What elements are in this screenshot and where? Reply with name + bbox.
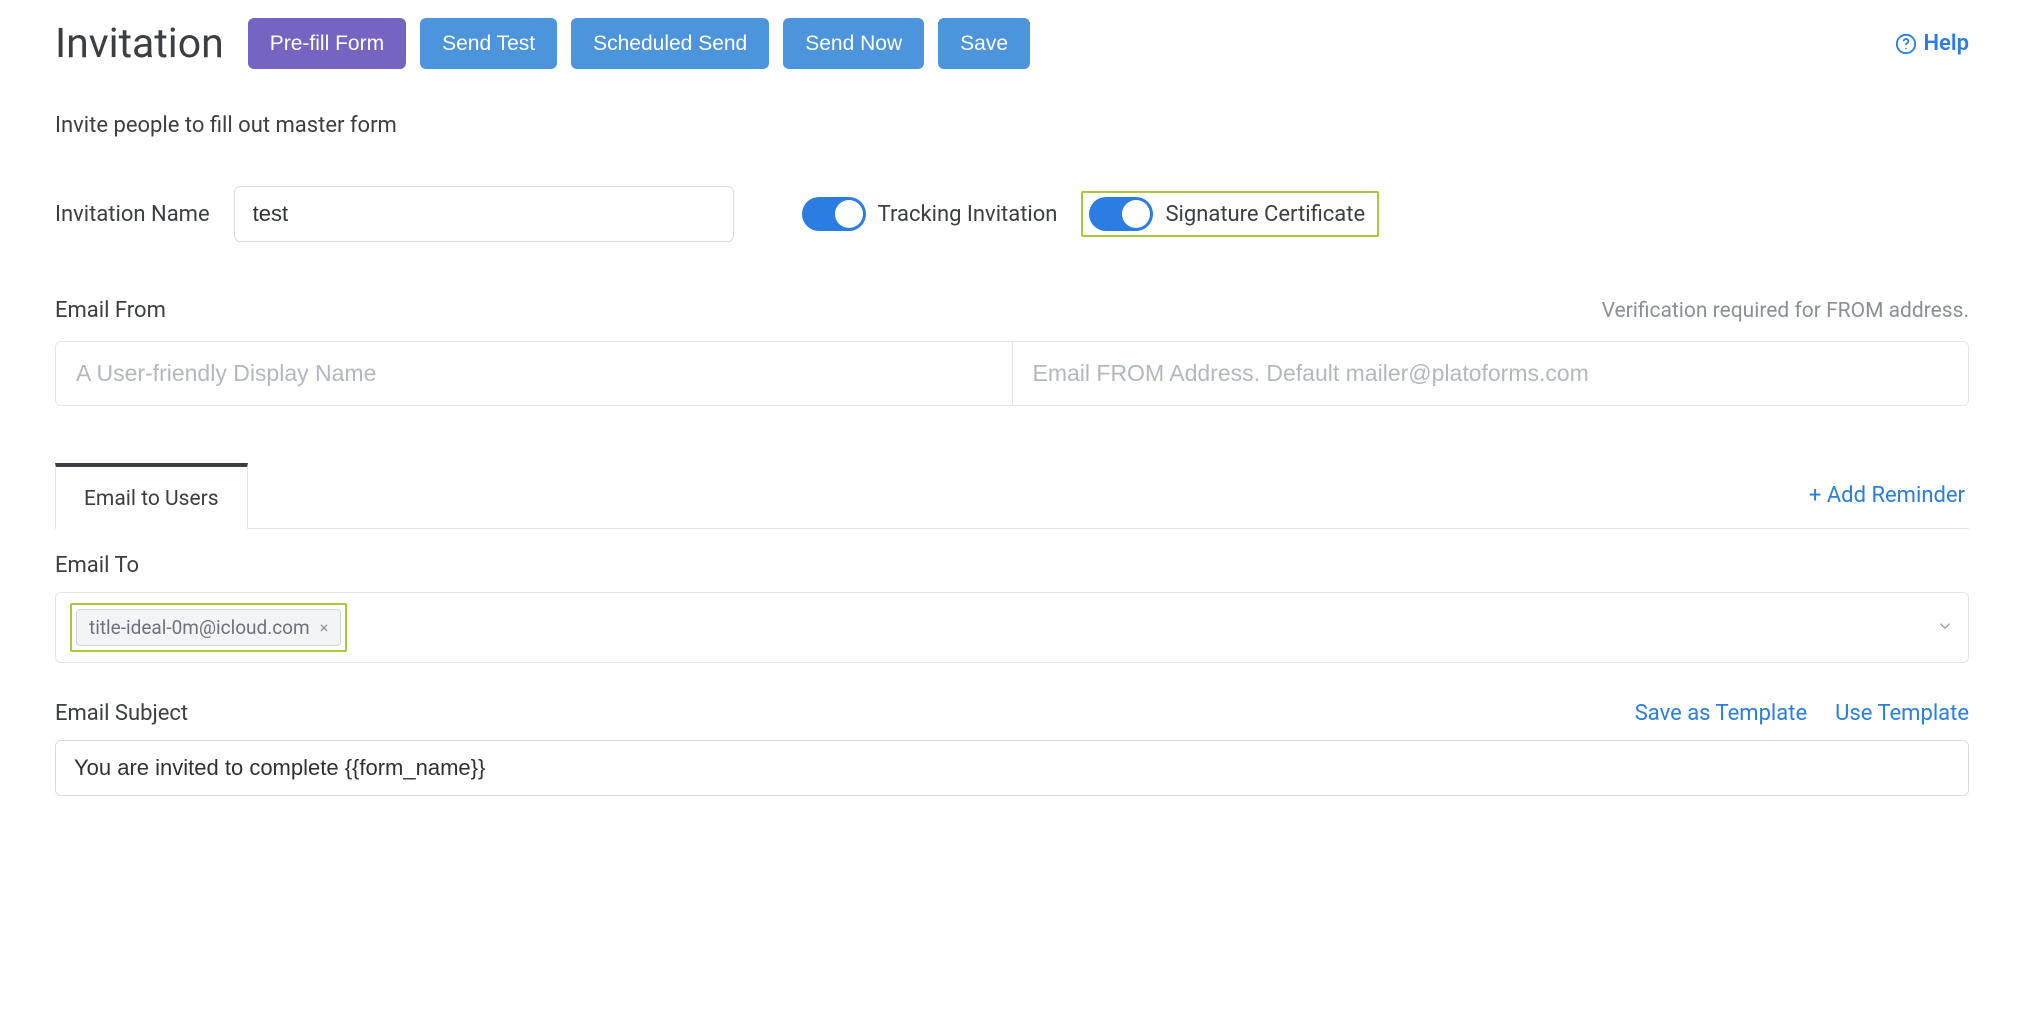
page-header: Invitation Pre-fill Form Send Test Sched… [55, 18, 1969, 69]
help-link[interactable]: Help [1895, 31, 1969, 56]
page-title: Invitation [55, 20, 224, 68]
help-icon [1895, 33, 1917, 55]
save-button[interactable]: Save [938, 18, 1030, 69]
page-subtitle: Invite people to fill out master form [55, 113, 1969, 138]
toggle-knob [835, 200, 863, 228]
invitation-name-label: Invitation Name [55, 202, 210, 227]
email-subject-input[interactable] [55, 740, 1969, 796]
email-from-address-input[interactable] [1013, 342, 1969, 405]
email-subject-header: Email Subject Save as Template Use Templ… [55, 701, 1969, 726]
tracking-invitation-label: Tracking Invitation [878, 202, 1058, 227]
email-to-input[interactable]: title-ideal-0m@icloud.com × [55, 592, 1969, 663]
email-subject-label: Email Subject [55, 701, 188, 726]
email-from-header: Email From Verification required for FRO… [55, 298, 1969, 323]
email-chip: title-ideal-0m@icloud.com × [76, 609, 341, 646]
save-as-template-link[interactable]: Save as Template [1635, 701, 1807, 726]
tabs-row: Email to Users + Add Reminder [55, 462, 1969, 529]
add-reminder-link[interactable]: + Add Reminder [1809, 483, 1969, 508]
tracking-toggle-group: Tracking Invitation [802, 197, 1058, 231]
email-to-label: Email To [55, 553, 1969, 578]
signature-certificate-toggle[interactable] [1089, 197, 1153, 231]
signature-certificate-label: Signature Certificate [1165, 202, 1365, 227]
scheduled-send-button[interactable]: Scheduled Send [571, 18, 769, 69]
remove-chip-icon[interactable]: × [320, 618, 329, 637]
send-now-button[interactable]: Send Now [783, 18, 924, 69]
invitation-name-input[interactable] [234, 186, 734, 242]
help-label: Help [1923, 31, 1969, 56]
prefill-form-button[interactable]: Pre-fill Form [248, 18, 406, 69]
toggle-knob [1122, 200, 1150, 228]
email-chip-highlight: title-ideal-0m@icloud.com × [70, 603, 347, 652]
action-buttons: Pre-fill Form Send Test Scheduled Send S… [248, 18, 1030, 69]
email-from-hint: Verification required for FROM address. [1602, 299, 1969, 323]
tab-email-to-users[interactable]: Email to Users [55, 463, 248, 529]
email-chip-text: title-ideal-0m@icloud.com [89, 616, 310, 639]
invitation-name-row: Invitation Name Tracking Invitation Sign… [55, 186, 1969, 242]
chevron-down-icon[interactable] [1936, 616, 1954, 640]
use-template-link[interactable]: Use Template [1835, 701, 1969, 726]
tracking-invitation-toggle[interactable] [802, 197, 866, 231]
template-links: Save as Template Use Template [1635, 701, 1969, 726]
signature-certificate-highlight: Signature Certificate [1081, 191, 1379, 237]
email-from-inputs [55, 341, 1969, 406]
email-from-display-name-input[interactable] [56, 342, 1013, 405]
email-from-label: Email From [55, 298, 166, 323]
send-test-button[interactable]: Send Test [420, 18, 557, 69]
